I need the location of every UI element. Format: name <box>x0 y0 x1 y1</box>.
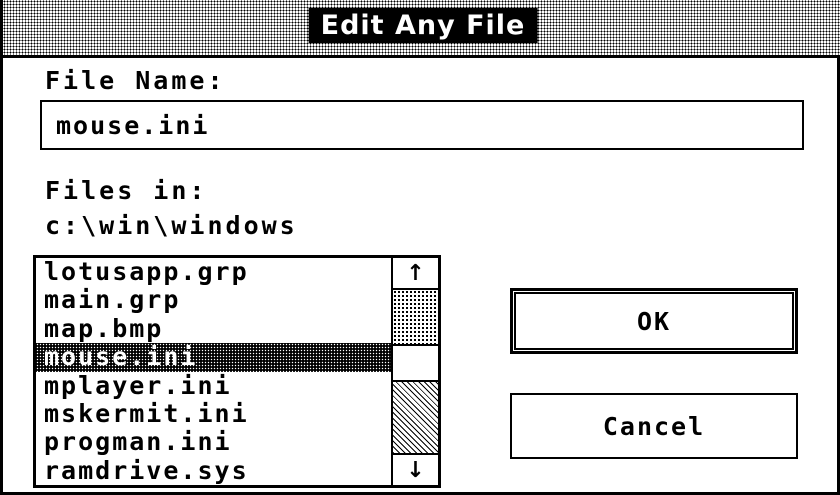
files-in-label: Files in: <box>45 176 208 205</box>
dialog-title: Edit Any File <box>308 8 538 43</box>
file-list-item[interactable]: map.bmp <box>36 314 391 343</box>
vertical-scrollbar[interactable]: ↑ ↓ <box>391 258 438 485</box>
file-list-item[interactable]: main.grp <box>36 286 391 314</box>
file-list-item[interactable]: lotusapp.grp <box>36 258 391 286</box>
title-bar[interactable]: Edit Any File <box>3 0 840 58</box>
file-list-item[interactable]: mouse.ini <box>36 342 391 372</box>
file-list-item[interactable]: mskermit.ini <box>36 399 391 428</box>
file-listbox[interactable]: lotusapp.grp main.grp map.bmp mouse.ini mpla… <box>33 255 441 488</box>
ok-button-label: OK <box>636 306 672 336</box>
current-directory: c:\win\windows <box>45 211 298 240</box>
scroll-thumb[interactable] <box>393 344 438 382</box>
ok-button[interactable]: OK <box>510 288 798 354</box>
arrow-up-icon: ↑ <box>406 260 425 286</box>
cancel-button[interactable]: Cancel <box>510 393 798 459</box>
file-name-value: mouse.ini <box>56 111 210 140</box>
file-name-label: File Name: <box>45 66 226 95</box>
edit-any-file-dialog: Edit Any File File Name: mouse.ini Files… <box>0 0 840 495</box>
file-list-item[interactable]: progman.ini <box>36 428 391 456</box>
scroll-up-button[interactable]: ↑ <box>393 258 438 290</box>
file-list: lotusapp.grp main.grp map.bmp mouse.ini mpla… <box>36 258 391 485</box>
arrow-down-icon: ↓ <box>406 457 425 483</box>
file-list-item[interactable]: mplayer.ini <box>36 371 391 400</box>
cancel-button-label: Cancel <box>602 411 706 441</box>
scroll-down-button[interactable]: ↓ <box>393 453 438 485</box>
file-name-input[interactable]: mouse.ini <box>40 100 804 150</box>
scroll-track-upper[interactable] <box>393 290 438 344</box>
file-list-item[interactable]: ramdrive.sys <box>36 456 391 485</box>
